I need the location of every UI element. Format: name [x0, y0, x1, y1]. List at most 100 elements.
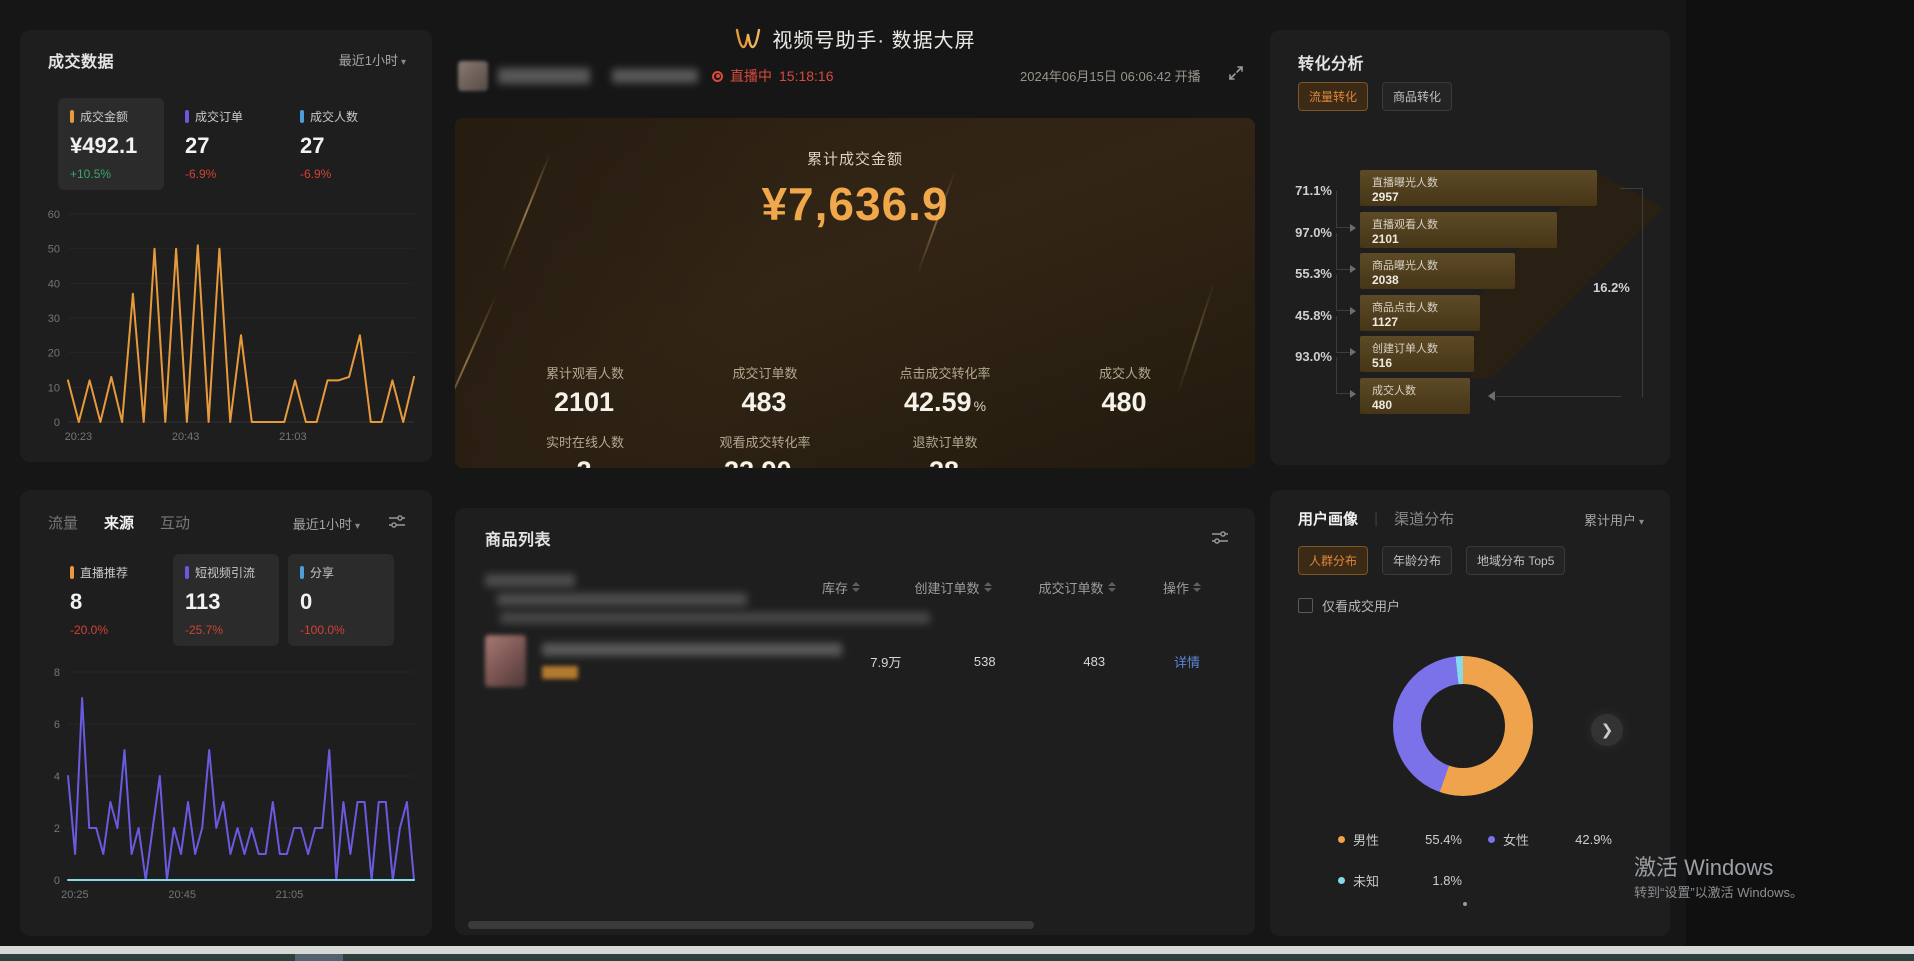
subtab-region-top5[interactable]: 地域分布 Top5 — [1466, 546, 1565, 575]
svg-text:21:03: 21:03 — [279, 431, 307, 443]
delta-badge: +10.5% — [70, 167, 164, 181]
tab-interaction[interactable]: 互动 — [160, 512, 190, 533]
channels-logo-icon — [734, 27, 762, 51]
metric-card-short-video[interactable]: 短视频引流 113 -25.7% — [173, 554, 279, 646]
product-image-redacted — [485, 635, 526, 687]
svg-text:50: 50 — [48, 244, 60, 256]
detail-link[interactable]: 详情 — [1149, 652, 1225, 671]
funnel-stage-exposure: 直播曝光人数 2957 — [1360, 170, 1597, 206]
live-label: 直播中 — [730, 66, 772, 86]
conversion-panel: 转化分析 流量转化 商品转化 直播曝光人数 2957 直播观看人数 2101 商… — [1270, 30, 1670, 465]
sort-icon — [984, 582, 992, 592]
users-panel: 用户画像 | 渠道分布 累计用户▾ 人群分布 年龄分布 地域分布 Top5 仅看… — [1270, 490, 1670, 936]
metric-card-deal-buyers[interactable]: 成交人数 27 -6.9% — [288, 98, 394, 190]
svg-text:20:45: 20:45 — [168, 889, 196, 901]
tab-traffic[interactable]: 流量 — [48, 512, 78, 533]
tab-user-profile[interactable]: 用户画像 — [1298, 508, 1358, 529]
arrow-right-icon — [1350, 390, 1356, 398]
app-header: 视频号助手· 数据大屏 — [455, 24, 1255, 53]
funnel-bracket — [1336, 191, 1351, 228]
table-header: 库存 创建订单数 成交订单数 操作 — [485, 574, 1225, 600]
column-action[interactable]: 操作 — [1139, 578, 1225, 597]
column-created-orders[interactable]: 创建订单数 — [891, 578, 1015, 597]
column-product-redacted — [485, 574, 575, 587]
windows-watermark-title: 激活 Windows — [1634, 850, 1773, 882]
svg-text:2: 2 — [54, 823, 60, 835]
column-stock[interactable]: 库存 — [791, 578, 891, 597]
svg-text:0: 0 — [54, 417, 60, 429]
windows-watermark-subtitle: 转到“设置”以激活 Windows。 — [1634, 882, 1803, 901]
tab-traffic-conversion[interactable]: 流量转化 — [1298, 82, 1368, 111]
summary-amount: ¥7,636.9 — [455, 177, 1255, 231]
sort-icon — [1108, 582, 1116, 592]
stat-view-conversion: 观看成交转化率 22.90% — [675, 432, 855, 468]
cell-stock: 7.9万 — [842, 652, 930, 671]
transaction-panel: 成交数据 最近1小时▾ 成交金额 ¥492.1 +10.5% 成交订单 27 -… — [20, 30, 432, 462]
transaction-range-dropdown[interactable]: 最近1小时▾ — [339, 50, 406, 69]
svg-text:6: 6 — [54, 719, 60, 731]
stat-refund-orders: 退款订单数 28 — [855, 432, 1035, 468]
tab-product-conversion[interactable]: 商品转化 — [1382, 82, 1452, 111]
users-range-dropdown[interactable]: 累计用户▾ — [1584, 510, 1644, 529]
table-row[interactable]: 7.9万 538 483 详情 — [485, 632, 1225, 690]
chevron-down-icon: ▾ — [401, 57, 406, 68]
legend-dot — [1338, 836, 1345, 843]
funnel-step-rate: 97.0% — [1280, 225, 1332, 240]
delta-badge: -25.7% — [185, 623, 279, 637]
metric-card-live-recommend[interactable]: 直播推荐 8 -20.0% — [58, 554, 164, 646]
funnel-bracket — [1336, 274, 1351, 311]
donut-legend: 男性 55.4% 女性 42.9% 未知 1.8% — [1338, 830, 1638, 890]
stat-online-now: 实时在线人数 2 — [495, 432, 675, 468]
column-product-redacted — [497, 593, 747, 606]
funnel-step-rate: 45.8% — [1280, 308, 1332, 323]
legend-male: 男性 55.4% — [1338, 830, 1488, 849]
sort-icon — [852, 582, 860, 592]
carousel-next-button[interactable]: ❯ — [1591, 714, 1623, 746]
stream-start-time: 2024年06月15日 06:06:42 开播 — [1020, 66, 1201, 85]
delta-badge: -100.0% — [300, 623, 394, 637]
summary-stats: 累计观看人数 2101 成交订单数 483 点击成交转化率 42.59% 成交人… — [495, 363, 1235, 468]
funnel-stage-product-clicks: 商品点击人数 1127 — [1360, 295, 1480, 331]
tab-source[interactable]: 来源 — [104, 512, 134, 533]
stat-deal-buyers: 成交人数 480 — [1035, 363, 1215, 418]
carousel-page-dot[interactable] — [1463, 902, 1467, 906]
checkbox-label: 仅看成交用户 — [1322, 596, 1400, 615]
checkbox-deal-users-only[interactable] — [1298, 598, 1313, 613]
streamer-id-redacted — [612, 69, 698, 83]
streamer-avatar — [458, 61, 488, 91]
products-panel: 商品列表 库存 创建订单数 成交订单数 操作 — [455, 508, 1255, 935]
subtab-crowd-distribution[interactable]: 人群分布 — [1298, 546, 1368, 575]
fullscreen-icon[interactable] — [1227, 64, 1245, 82]
svg-text:20: 20 — [48, 348, 60, 360]
svg-text:40: 40 — [48, 278, 60, 290]
legend-unknown: 未知 1.8% — [1338, 871, 1488, 890]
arrow-right-icon — [1350, 307, 1356, 315]
metric-card-deal-amount[interactable]: 成交金额 ¥492.1 +10.5% — [58, 98, 164, 190]
gender-donut-chart — [1393, 656, 1533, 796]
funnel-stage-order-creators: 创建订单人数 516 — [1360, 336, 1474, 372]
tab-channel-distribution[interactable]: 渠道分布 — [1394, 508, 1454, 529]
svg-text:0: 0 — [54, 875, 60, 887]
horizontal-scrollbar[interactable] — [468, 921, 1034, 929]
metric-card-deal-orders[interactable]: 成交订单 27 -6.9% — [173, 98, 279, 190]
taskbar-highlight — [295, 954, 343, 961]
subtab-age-distribution[interactable]: 年龄分布 — [1382, 546, 1452, 575]
delta-badge: -20.0% — [70, 623, 164, 637]
sort-icon — [1193, 582, 1201, 592]
card-color-bar — [185, 566, 189, 579]
filter-icon[interactable] — [388, 514, 406, 530]
svg-text:21:05: 21:05 — [276, 889, 304, 901]
page-scrollbar-track[interactable] — [0, 946, 1914, 954]
summary-title: 累计成交金额 — [455, 148, 1255, 169]
transaction-trend-chart: 010203040506020:2320:4321:03 — [34, 200, 426, 448]
delta-badge: -6.9% — [185, 167, 279, 181]
chevron-down-icon: ▾ — [1639, 517, 1644, 528]
cell-deal-orders: 483 — [1040, 654, 1150, 669]
conversion-panel-title: 转化分析 — [1298, 50, 1364, 74]
column-deal-orders[interactable]: 成交订单数 — [1015, 578, 1139, 597]
metric-card-share[interactable]: 分享 0 -100.0% — [288, 554, 394, 646]
filter-icon[interactable] — [1211, 530, 1229, 546]
traffic-range-dropdown[interactable]: 最近1小时▾ — [293, 514, 360, 533]
svg-text:10: 10 — [48, 382, 60, 394]
product-title-redacted — [542, 643, 842, 656]
